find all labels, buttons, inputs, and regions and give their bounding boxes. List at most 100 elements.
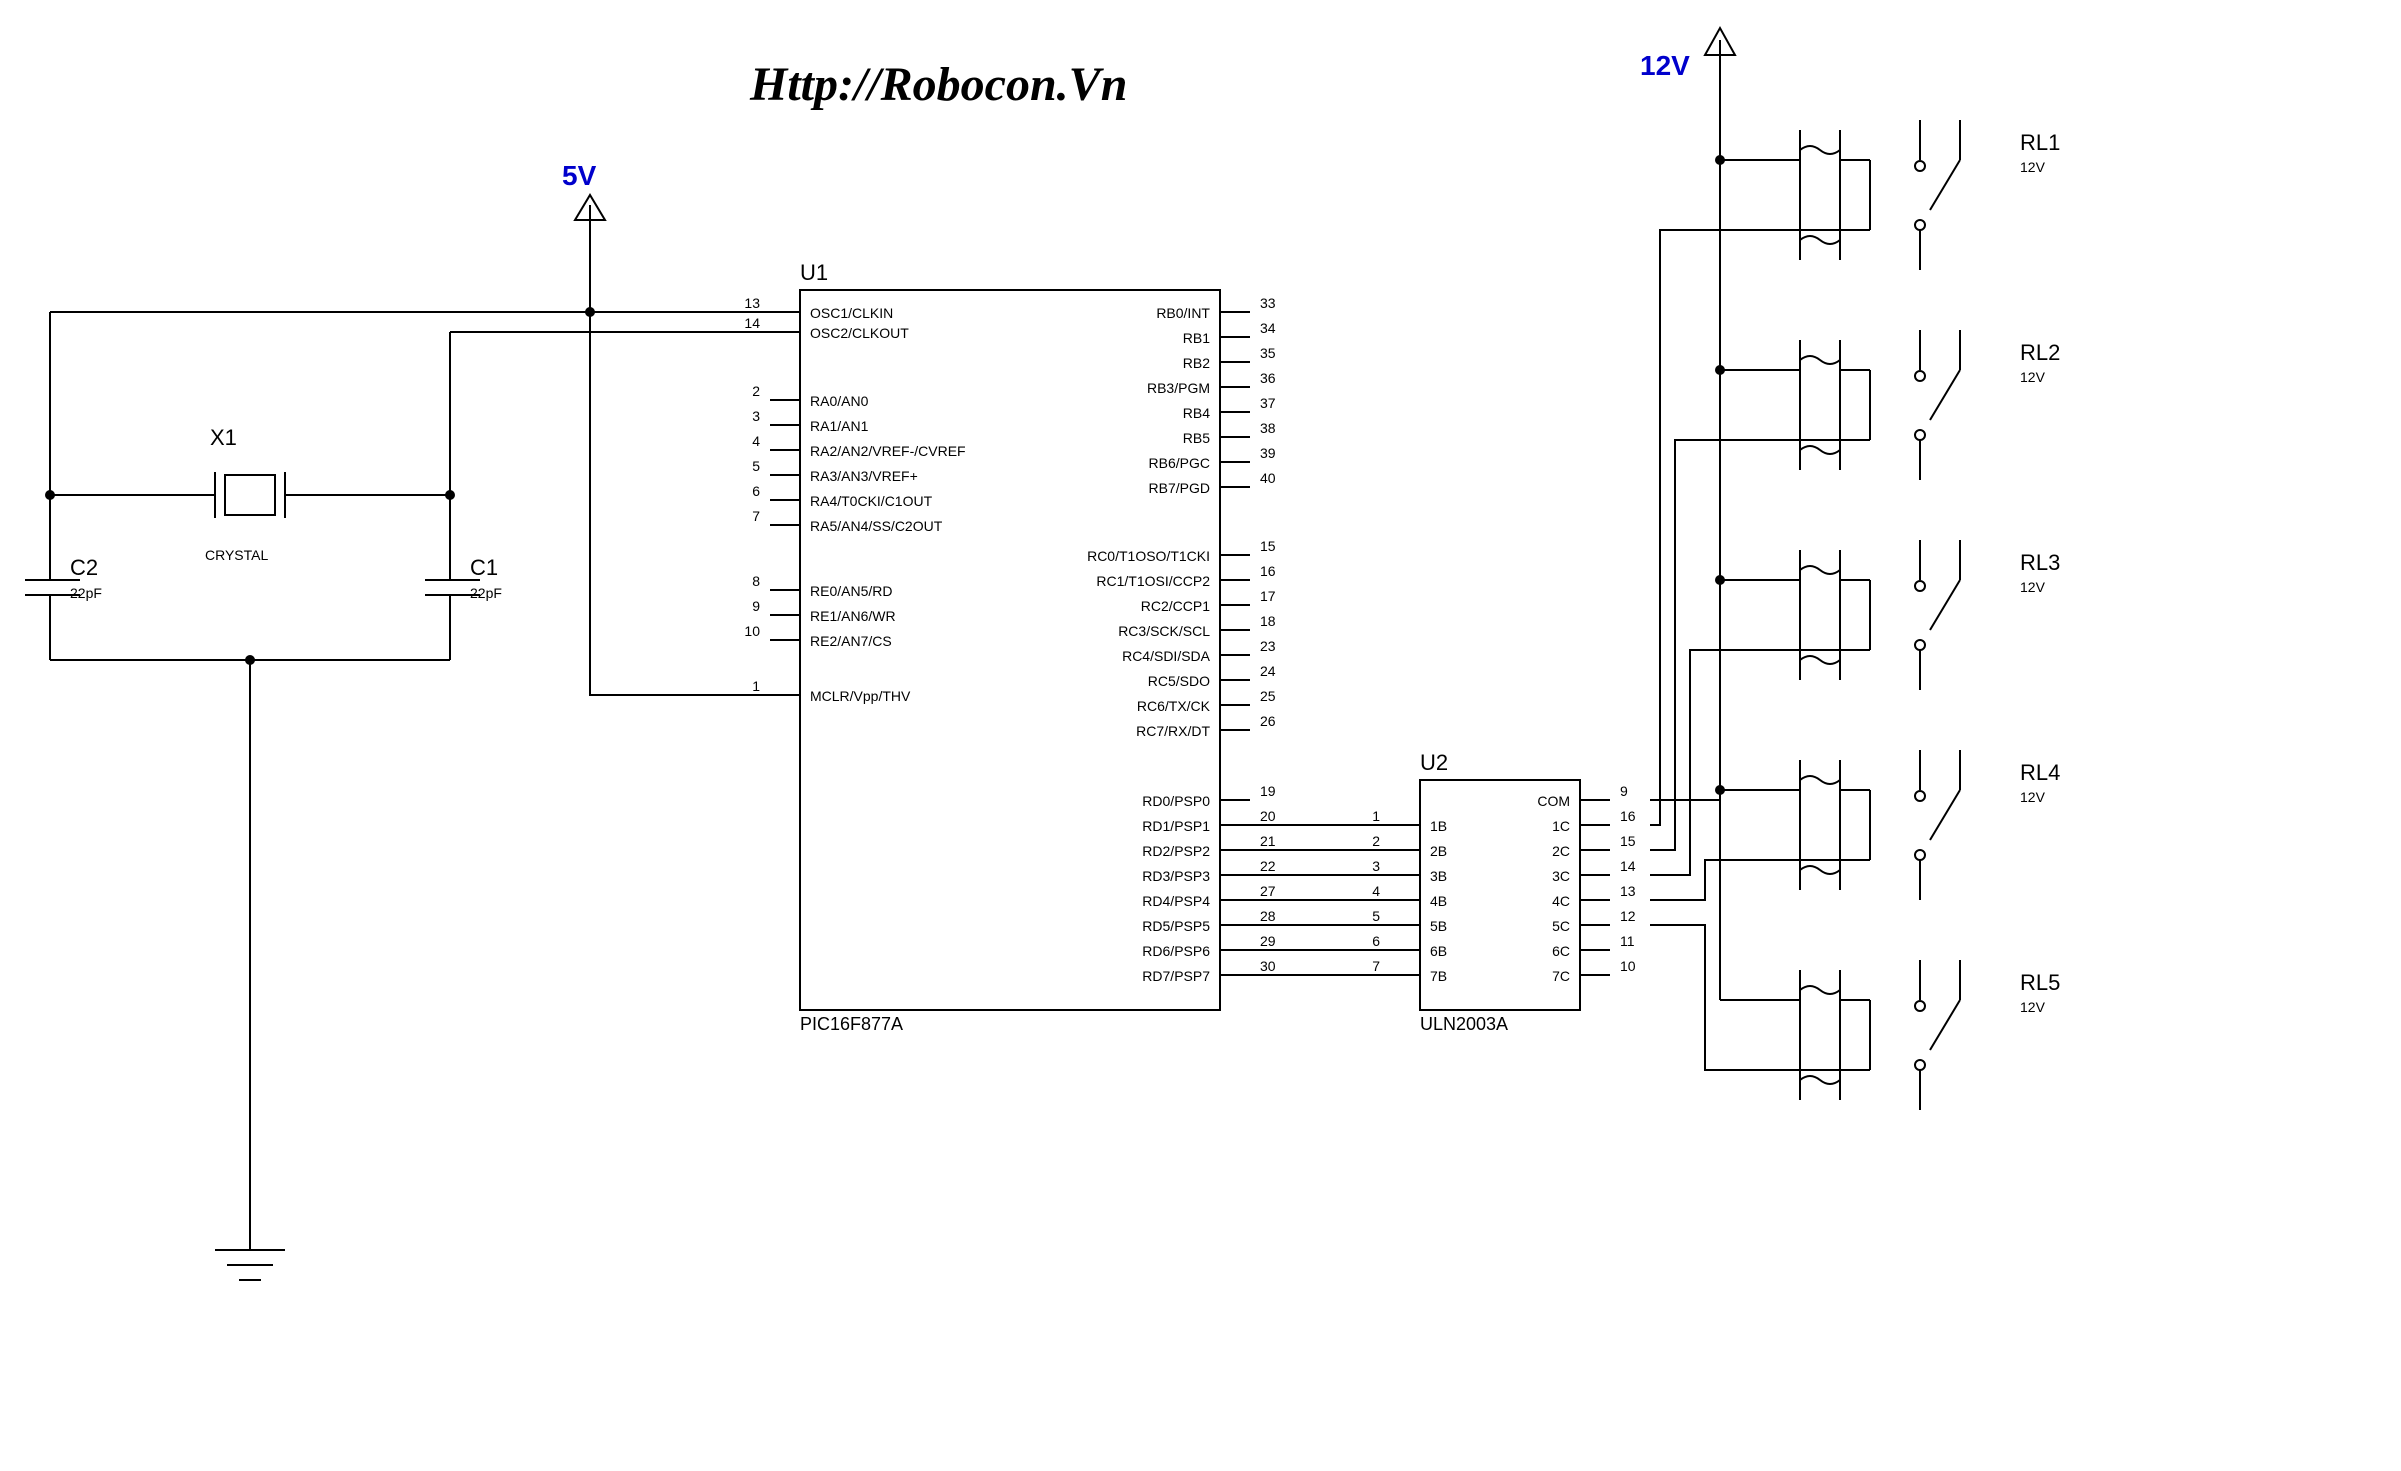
svg-text:25: 25 — [1260, 688, 1276, 704]
svg-text:22pF: 22pF — [70, 585, 102, 601]
svg-text:34: 34 — [1260, 320, 1276, 336]
svg-text:RB4: RB4 — [1183, 405, 1210, 421]
svg-text:RD5/PSP5: RD5/PSP5 — [1142, 918, 1210, 934]
svg-text:5: 5 — [1372, 908, 1380, 924]
svg-text:4: 4 — [1372, 883, 1380, 899]
svg-text:15: 15 — [1260, 538, 1276, 554]
u2-ref: U2 — [1420, 750, 1448, 775]
svg-text:9: 9 — [752, 598, 760, 614]
svg-text:20: 20 — [1260, 808, 1276, 824]
svg-text:RA5/AN4/SS/C2OUT: RA5/AN4/SS/C2OUT — [810, 518, 943, 534]
svg-text:36: 36 — [1260, 370, 1276, 386]
svg-text:24: 24 — [1260, 663, 1276, 679]
svg-text:39: 39 — [1260, 445, 1276, 461]
u1-chip: U1 PIC16F877A 13 OSC1/CLKIN 14 OSC2/CLKOUT… — [744, 260, 1275, 1034]
svg-text:8: 8 — [752, 573, 760, 589]
cap-c2: C2 22pF — [25, 495, 102, 660]
relay-rl4: RL4 12V — [1720, 750, 2060, 900]
crystal-ref: X1 — [210, 425, 237, 450]
svg-text:13: 13 — [744, 295, 760, 311]
svg-text:3: 3 — [752, 408, 760, 424]
svg-text:12V: 12V — [2020, 999, 2046, 1015]
svg-text:RL3: RL3 — [2020, 550, 2060, 575]
svg-text:7: 7 — [1372, 958, 1380, 974]
svg-text:26: 26 — [1260, 713, 1276, 729]
svg-text:RB6/PGC: RB6/PGC — [1149, 455, 1210, 471]
svg-text:35: 35 — [1260, 345, 1276, 361]
svg-text:17: 17 — [1260, 588, 1276, 604]
svg-text:RC6/TX/CK: RC6/TX/CK — [1137, 698, 1211, 714]
svg-text:1B: 1B — [1430, 818, 1447, 834]
label-5v: 5V — [562, 160, 597, 191]
svg-text:7C: 7C — [1552, 968, 1570, 984]
svg-text:12V: 12V — [2020, 159, 2046, 175]
svg-text:RE1/AN6/WR: RE1/AN6/WR — [810, 608, 896, 624]
svg-text:14: 14 — [744, 315, 760, 331]
svg-text:38: 38 — [1260, 420, 1276, 436]
svg-text:RC3/SCK/SCL: RC3/SCK/SCL — [1118, 623, 1210, 639]
u1-part: PIC16F877A — [800, 1014, 903, 1034]
svg-text:12V: 12V — [2020, 369, 2046, 385]
power-12v: 12V — [1640, 28, 1735, 95]
svg-text:23: 23 — [1260, 638, 1276, 654]
svg-text:4C: 4C — [1552, 893, 1570, 909]
svg-text:RD7/PSP7: RD7/PSP7 — [1142, 968, 1210, 984]
u2-chip: U2 ULN2003A 11B 22B 33B 44B 55B 66B 77B … — [1372, 750, 1636, 1034]
svg-text:RB1: RB1 — [1183, 330, 1210, 346]
svg-text:6: 6 — [1372, 933, 1380, 949]
crystal-section: X1 CRYSTAL C2 22pF C1 22pF — [25, 312, 770, 1280]
svg-text:RC5/SDO: RC5/SDO — [1148, 673, 1210, 689]
svg-text:C2: C2 — [70, 555, 98, 580]
svg-text:7B: 7B — [1430, 968, 1447, 984]
svg-text:18: 18 — [1260, 613, 1276, 629]
svg-text:RA2/AN2/VREF-/CVREF: RA2/AN2/VREF-/CVREF — [810, 443, 966, 459]
svg-text:RC1/T1OSI/CCP2: RC1/T1OSI/CCP2 — [1096, 573, 1210, 589]
svg-text:5C: 5C — [1552, 918, 1570, 934]
u1-ref: U1 — [800, 260, 828, 285]
svg-text:RB3/PGM: RB3/PGM — [1147, 380, 1210, 396]
svg-text:6: 6 — [752, 483, 760, 499]
svg-text:OSC2/CLKOUT: OSC2/CLKOUT — [810, 325, 909, 341]
svg-text:11: 11 — [1620, 933, 1635, 949]
svg-text:RA4/T0CKI/C1OUT: RA4/T0CKI/C1OUT — [810, 493, 933, 509]
svg-text:3B: 3B — [1430, 868, 1447, 884]
svg-text:RB7/PGD: RB7/PGD — [1149, 480, 1210, 496]
svg-text:16: 16 — [1260, 563, 1276, 579]
svg-text:30: 30 — [1260, 958, 1276, 974]
svg-text:6B: 6B — [1430, 943, 1447, 959]
svg-text:RB5: RB5 — [1183, 430, 1210, 446]
svg-text:RD3/PSP3: RD3/PSP3 — [1142, 868, 1210, 884]
svg-text:RD2/PSP2: RD2/PSP2 — [1142, 843, 1210, 859]
svg-text:4: 4 — [752, 433, 760, 449]
svg-text:RC7/RX/DT: RC7/RX/DT — [1136, 723, 1210, 739]
svg-text:2: 2 — [752, 383, 760, 399]
svg-text:12V: 12V — [2020, 579, 2046, 595]
svg-text:RC2/CCP1: RC2/CCP1 — [1141, 598, 1210, 614]
svg-text:OSC1/CLKIN: OSC1/CLKIN — [810, 305, 893, 321]
svg-text:22: 22 — [1260, 858, 1276, 874]
svg-text:3C: 3C — [1552, 868, 1570, 884]
svg-text:1C: 1C — [1552, 818, 1570, 834]
svg-text:10: 10 — [744, 623, 760, 639]
svg-text:6C: 6C — [1552, 943, 1570, 959]
label-12v: 12V — [1640, 50, 1690, 81]
svg-text:COM: COM — [1537, 793, 1570, 809]
svg-text:27: 27 — [1260, 883, 1276, 899]
svg-text:MCLR/Vpp/THV: MCLR/Vpp/THV — [810, 688, 911, 704]
svg-text:12: 12 — [1620, 908, 1636, 924]
svg-text:RA3/AN3/VREF+: RA3/AN3/VREF+ — [810, 468, 918, 484]
svg-text:22pF: 22pF — [470, 585, 502, 601]
u2-part: ULN2003A — [1420, 1014, 1508, 1034]
svg-text:RD4/PSP4: RD4/PSP4 — [1142, 893, 1210, 909]
svg-text:40: 40 — [1260, 470, 1276, 486]
svg-text:9: 9 — [1620, 783, 1628, 799]
svg-text:RB2: RB2 — [1183, 355, 1210, 371]
relay-rl2: RL2 12V — [1720, 330, 2060, 480]
relay-rl3: RL3 12V — [1720, 540, 2060, 690]
svg-text:12V: 12V — [2020, 789, 2046, 805]
svg-text:C1: C1 — [470, 555, 498, 580]
svg-text:37: 37 — [1260, 395, 1276, 411]
svg-text:28: 28 — [1260, 908, 1276, 924]
svg-text:29: 29 — [1260, 933, 1276, 949]
svg-text:7: 7 — [752, 508, 760, 524]
